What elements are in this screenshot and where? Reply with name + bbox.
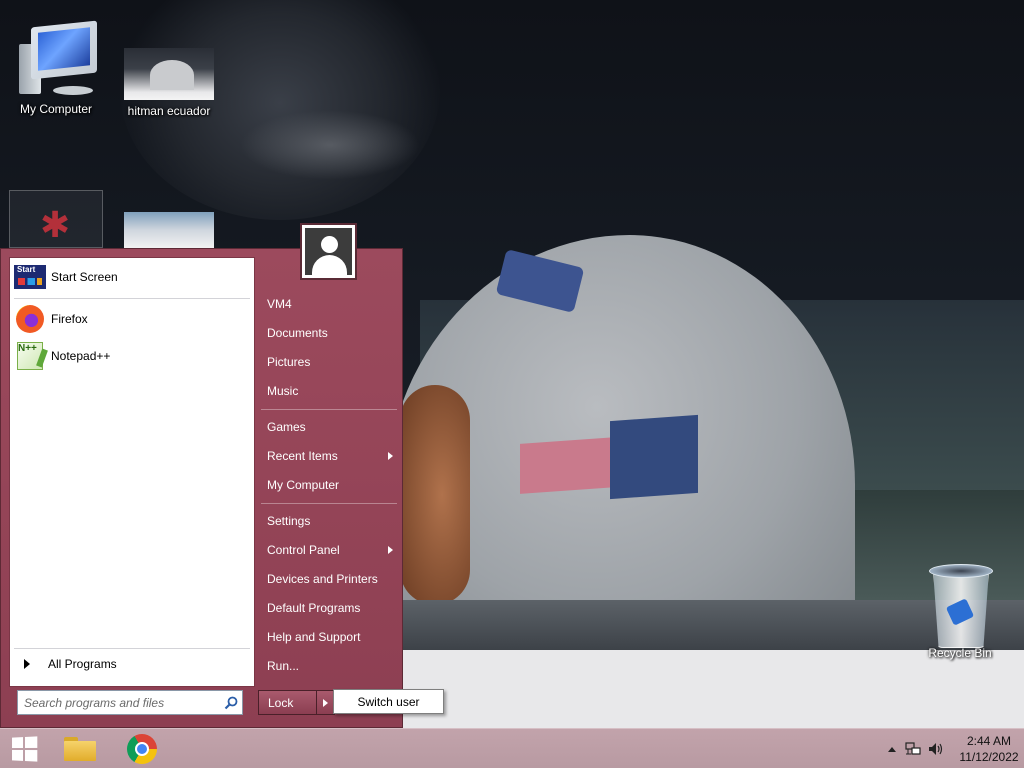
chevron-right-icon [24,659,30,669]
divider [14,298,250,299]
program-notepad-plus-plus[interactable]: N++ Notepad++ [14,339,250,373]
desktop-icon-recycle-bin[interactable]: Recycle Bin [912,560,1008,660]
search-icon[interactable] [220,692,242,714]
all-programs-label: All Programs [48,657,117,671]
computer-icon [11,20,101,98]
desktop-icon-app[interactable] [8,190,104,248]
network-icon [905,742,921,755]
start-item-run[interactable]: Run... [259,653,399,679]
image-thumbnail-icon [124,212,214,248]
folder-icon [64,737,96,761]
start-item-pictures[interactable]: Pictures [259,349,399,375]
firefox-icon [16,305,44,333]
start-item-label: Default Programs [267,601,361,615]
desktop-icon-my-computer[interactable]: My Computer [8,20,104,116]
windows-logo-icon [12,736,38,762]
program-label: Notepad++ [51,349,111,363]
start-item-label: Music [267,384,299,398]
desktop-icon-label: My Computer [19,102,93,116]
program-label: Firefox [51,312,88,326]
taskbar-file-explorer[interactable] [58,731,102,767]
lock-button[interactable]: Lock [258,690,317,715]
start-item-help-and-support[interactable]: Help and Support [259,624,399,650]
start-item-label: Run... [267,659,300,673]
search-input[interactable] [18,695,220,710]
program-label: Start Screen [51,270,118,284]
start-item-label: Games [267,420,306,434]
start-menu-programs-pane: Start Start Screen Firefox N++ Notepad++… [9,257,255,687]
search-box [17,690,243,715]
start-item-label: Documents [267,326,328,340]
divider [14,648,250,649]
start-item-label: My Computer [267,478,340,492]
app-icon [9,190,103,248]
desktop-icon-hitman-ecuador[interactable]: hitman ecuador [121,48,217,118]
start-item-label: Devices and Printers [267,572,378,586]
show-hidden-icons-button[interactable] [882,729,902,768]
notepad-plus-plus-icon: N++ [17,342,43,370]
start-item-label: Recent Items [267,449,338,463]
start-item-label: Help and Support [267,630,361,644]
start-item-music[interactable]: Music [259,378,399,404]
divider [261,503,397,504]
network-button[interactable] [902,729,924,768]
program-firefox[interactable]: Firefox [14,302,250,336]
chevron-right-icon [388,452,393,460]
start-item-documents[interactable]: Documents [259,320,399,346]
switch-user-menu-item[interactable]: Switch user [333,689,444,714]
start-item-vm4[interactable]: VM4 [259,291,399,317]
clock[interactable]: 2:44 AM 11/12/2022 [954,733,1024,765]
start-button[interactable] [4,733,44,765]
start-item-my-computer[interactable]: My Computer [259,472,399,498]
recycle-bin-icon [923,560,997,652]
start-item-devices-and-printers[interactable]: Devices and Printers [259,566,399,592]
start-menu: Start Start Screen Firefox N++ Notepad++… [0,223,403,728]
volume-button[interactable] [924,729,948,768]
image-thumbnail-icon [124,48,214,100]
start-item-default-programs[interactable]: Default Programs [259,595,399,621]
program-start-screen[interactable]: Start Start Screen [14,260,250,294]
clock-time: 2:44 AM [966,734,1012,748]
chevron-right-icon [388,546,393,554]
user-avatar[interactable] [300,223,357,280]
start-item-settings[interactable]: Settings [259,508,399,534]
start-screen-icon: Start [14,265,46,289]
start-item-label: Control Panel [267,543,340,557]
start-item-label: VM4 [267,297,292,311]
taskbar-chrome[interactable] [120,731,164,767]
start-item-games[interactable]: Games [259,414,399,440]
start-item-label: Settings [267,514,311,528]
start-item-control-panel[interactable]: Control Panel [259,537,399,563]
desktop-icon-photo[interactable] [121,212,217,248]
volume-icon [929,743,943,755]
divider [261,409,397,410]
show-hidden-icons-icon [888,746,896,752]
desktop-icon-label: hitman ecuador [127,104,211,118]
chrome-icon [127,734,157,764]
system-tray: 2:44 AM 11/12/2022 [882,729,1024,768]
clock-date: 11/12/2022 [959,750,1019,764]
start-item-recent-items[interactable]: Recent Items [259,443,399,469]
start-item-label: Pictures [267,355,311,369]
taskbar: 2:44 AM 11/12/2022 [0,728,1024,768]
user-avatar-icon [305,228,352,275]
all-programs-button[interactable]: All Programs [14,652,250,676]
